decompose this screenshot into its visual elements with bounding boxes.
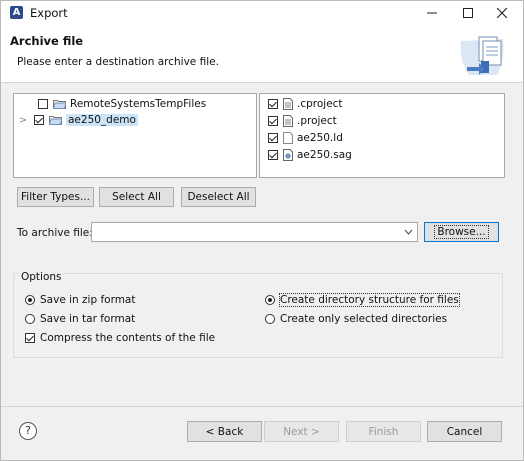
directory-structure-option[interactable]: Create directory structure for files [265,293,460,307]
options-group-label: Options [19,271,64,283]
export-wizard-banner-icon [460,36,504,75]
compress-label: Compress the contents of the file [40,332,216,344]
close-button[interactable] [485,1,519,25]
text-file-icon [283,115,293,127]
tree-item-label: RemoteSystemsTempFiles [70,98,207,110]
filter-types-button[interactable]: Filter Types... [17,187,94,207]
archive-file-label: To archive file: [17,227,93,239]
zip-label: Save in zip format [40,294,136,306]
file-item-label: ae250.ld [297,132,343,144]
title-bar: A Export [1,1,523,25]
checkbox-ae250-sag[interactable] [268,150,278,160]
tree-item-ae250-demo[interactable]: > ae250_demo [18,112,138,128]
file-item-ae250-ld[interactable]: ae250.ld [268,130,343,146]
cancel-button[interactable]: Cancel [427,421,502,442]
help-icon[interactable]: ? [19,422,37,440]
zip-format-option[interactable]: Save in zip format [25,293,135,307]
tar-format-option[interactable]: Save in tar format [25,312,135,326]
selected-directories-radio[interactable] [265,314,275,324]
maximize-icon [463,8,473,18]
checkbox-remotesystems[interactable] [38,99,48,109]
chevron-down-icon[interactable] [404,226,413,238]
file-item-project[interactable]: .project [268,113,337,129]
export-dialog: A Export Archive file Please enter a des… [0,0,524,461]
expand-chevron-icon[interactable]: > [18,115,28,126]
open-folder-icon [49,116,62,125]
deselect-all-button[interactable]: Deselect All [181,187,256,207]
archive-file-combo[interactable] [91,222,418,242]
zip-radio[interactable] [25,295,35,305]
maximize-button[interactable] [451,1,485,25]
app-icon: A [10,6,23,19]
file-item-label: ae250.sag [297,149,352,161]
directory-structure-radio[interactable] [265,295,275,305]
checkbox-ae250-demo[interactable] [34,115,44,125]
tar-radio[interactable] [25,314,35,324]
page-title: Archive file [10,34,84,48]
browse-button[interactable]: Browse... [424,222,499,242]
minimize-icon [427,12,437,14]
minimize-button[interactable] [415,1,449,25]
file-list[interactable]: .cproject .project ae250.ld ae250.sag [259,93,505,178]
file-item-cproject[interactable]: .cproject [268,96,343,112]
compress-option[interactable]: Compress the contents of the file [25,331,215,345]
file-item-label: .project [297,115,337,127]
select-all-button[interactable]: Select All [99,187,174,207]
checkbox-ae250-ld[interactable] [268,133,278,143]
file-icon [283,132,293,144]
checkbox-project[interactable] [268,116,278,126]
config-file-icon [283,149,293,161]
folder-icon [53,100,66,109]
compress-checkbox[interactable] [25,333,35,343]
wizard-header: Archive file Please enter a destination … [1,25,523,83]
close-icon [497,8,507,18]
tree-item-remotesystems[interactable]: RemoteSystemsTempFiles [22,96,206,112]
finish-button[interactable]: Finish [346,421,421,442]
tree-item-label: ae250_demo [66,114,138,126]
directory-structure-label: Create directory structure for files [279,293,460,307]
footer-separator [1,406,523,407]
next-button[interactable]: Next > [264,421,339,442]
back-button[interactable]: < Back [187,421,262,442]
file-item-label: .cproject [297,98,343,110]
selected-directories-label: Create only selected directories [280,313,448,325]
checkbox-cproject[interactable] [268,99,278,109]
window-title: Export [30,6,68,20]
project-tree[interactable]: RemoteSystemsTempFiles > ae250_demo [13,93,257,178]
text-file-icon [283,98,293,110]
selected-directories-option[interactable]: Create only selected directories [265,312,447,326]
file-item-ae250-sag[interactable]: ae250.sag [268,147,352,163]
tar-label: Save in tar format [40,313,136,325]
page-description: Please enter a destination archive file. [17,56,219,68]
